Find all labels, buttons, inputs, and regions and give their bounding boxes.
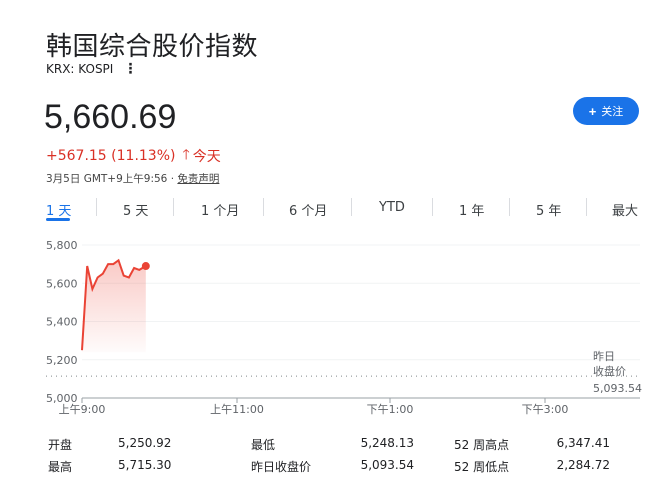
- x-tick-label: 上午9:00: [59, 403, 106, 416]
- stat-low-value: 5,248.13: [360, 436, 414, 450]
- arrow-up-icon: 🡑: [182, 147, 190, 163]
- page-title: 韩国综合股价指数: [46, 32, 259, 62]
- disclaimer-link[interactable]: 免责声明: [177, 173, 219, 185]
- x-tick-label: 上午11:00: [210, 403, 264, 416]
- current-price-dot: [141, 262, 150, 271]
- tab-5-days[interactable]: 5 天: [123, 200, 148, 219]
- stat-open-value: 5,250.92: [118, 436, 172, 450]
- tab-5-years[interactable]: 5 年: [536, 200, 561, 219]
- x-tick-label: 下午1:00: [367, 403, 414, 416]
- plus-icon: +: [588, 103, 597, 119]
- tab-divider: [509, 198, 510, 216]
- tab-1-month[interactable]: 1 个月: [201, 200, 239, 219]
- active-tab-indicator: [46, 218, 70, 221]
- previous-close-label: 昨日: [593, 350, 615, 363]
- more-options-icon[interactable]: ⋮: [123, 62, 137, 76]
- tab-1-year[interactable]: 1 年: [459, 200, 484, 219]
- price-area: [82, 260, 146, 353]
- change-value: +567.15 (11.13%): [46, 148, 176, 164]
- price-change: +567.15 (11.13%) 🡑 今天: [46, 144, 221, 168]
- tab-divider: [351, 198, 352, 216]
- change-period: 今天: [192, 149, 221, 165]
- y-tick-label: 5,400: [46, 316, 78, 329]
- follow-button[interactable]: + 关注: [573, 97, 639, 125]
- timestamp-text: 3月5日 GMT+9上午9:56 ·: [46, 173, 178, 185]
- stat-prev-close-label: 昨日收盘价: [251, 460, 312, 474]
- y-tick-label: 5,200: [46, 354, 78, 367]
- stat-high-label: 最高: [48, 460, 73, 474]
- tab-divider: [263, 198, 264, 216]
- x-tick-label: 下午3:00: [522, 403, 569, 416]
- tab-divider: [96, 198, 97, 216]
- price-chart[interactable]: 5,8005,6005,4005,2005,000 上午9:00 上午11:00 下…: [0, 230, 650, 420]
- stat-prev-close-value: 5,093.54: [360, 458, 414, 472]
- stat-52wk-high-label: 52 周高点: [454, 438, 510, 452]
- stat-low-label: 最低: [251, 438, 276, 452]
- tab-divider: [173, 198, 174, 216]
- tab-ytd[interactable]: YTD: [379, 200, 405, 215]
- ticker-line: KRX: KOSPI ⋮: [46, 62, 137, 76]
- exchange-ticker: KRX: KOSPI: [46, 62, 114, 76]
- previous-close-value: 5,093.54: [593, 382, 642, 395]
- stat-52wk-low-value: 2,284.72: [556, 458, 610, 472]
- tab-max[interactable]: 最大: [612, 200, 638, 219]
- y-tick-label: 5,800: [46, 239, 78, 252]
- y-tick-label: 5,600: [46, 277, 78, 290]
- tab-divider: [586, 198, 587, 216]
- time-range-tabs: 1 天 5 天 1 个月 6 个月 YTD 1 年 5 年 最大: [0, 196, 650, 224]
- previous-close-label: 收盘价: [593, 364, 626, 378]
- tab-divider: [432, 198, 433, 216]
- stat-open-label: 开盘: [48, 438, 73, 452]
- follow-label: 关注: [601, 106, 624, 118]
- current-price: 5,660.69: [44, 98, 177, 136]
- quote-timestamp: 3月5日 GMT+9上午9:56 · 免责声明: [46, 171, 219, 186]
- tab-1-day[interactable]: 1 天: [46, 200, 71, 219]
- tab-6-months[interactable]: 6 个月: [289, 200, 327, 219]
- stat-52wk-high-value: 6,347.41: [556, 436, 610, 450]
- stat-52wk-low-label: 52 周低点: [454, 460, 510, 474]
- stat-high-value: 5,715.30: [118, 458, 172, 472]
